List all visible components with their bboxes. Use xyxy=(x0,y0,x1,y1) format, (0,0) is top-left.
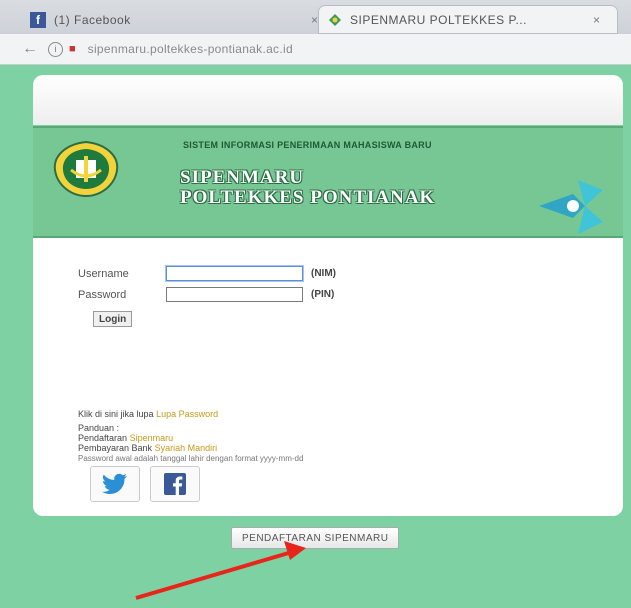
tab-sipenmaru[interactable]: SIPENMARU POLTEKKES P... × xyxy=(318,5,618,34)
banner-subtitle: SISTEM INFORMASI PENERIMAAN MAHASISWA BA… xyxy=(183,140,432,150)
username-input[interactable] xyxy=(166,266,303,281)
url-field[interactable]: sipenmaru.poltekkes-pontianak.ac.id xyxy=(88,42,293,56)
twitter-button[interactable] xyxy=(90,466,140,502)
login-panel: Username (NIM) Password (PIN) Login Klik… xyxy=(33,238,623,549)
browser-tab-bar: f (1) Facebook × SIPENMARU POLTEKKES P..… xyxy=(0,0,631,34)
kemenkes-emblem-icon xyxy=(53,140,119,198)
extension-icon[interactable]: ■ xyxy=(69,43,76,55)
forgot-password-line: Klik di sini jika lupa Lupa Password xyxy=(78,409,218,419)
facebook-button[interactable] xyxy=(150,466,200,502)
close-icon[interactable]: × xyxy=(311,13,318,27)
username-label: Username xyxy=(78,267,129,280)
facebook-icon: f xyxy=(30,11,46,28)
tab-title: SIPENMARU POLTEKKES P... xyxy=(350,12,527,27)
register-sipenmaru-button[interactable]: PENDAFTARAN SIPENMARU xyxy=(231,527,400,549)
forgot-password-text: Klik di sini jika lupa xyxy=(78,409,154,419)
password-row: Password (PIN) xyxy=(78,287,334,302)
close-icon[interactable]: × xyxy=(593,13,600,27)
guide-payment-text: Pembayaran Bank xyxy=(78,443,153,453)
address-bar: ← i ■ sipenmaru.poltekkes-pontianak.ac.i… xyxy=(0,34,631,65)
site-icon xyxy=(329,13,341,26)
guide-registration-link[interactable]: Sipenmaru xyxy=(130,433,174,443)
forgot-password-link[interactable]: Lupa Password xyxy=(156,409,218,419)
back-arrow-icon[interactable]: ← xyxy=(22,40,38,58)
banner-title: SIPENMARU xyxy=(180,167,305,188)
site-banner: SISTEM INFORMASI PENERIMAAN MAHASISWA BA… xyxy=(33,126,623,238)
password-format-note: Password awal adalah tanggal lahir denga… xyxy=(78,454,304,463)
page-header-strip xyxy=(33,75,623,125)
banner-title-line2: POLTEKKES PONTIANAK xyxy=(180,187,436,208)
info-icon[interactable]: i xyxy=(48,41,63,57)
username-row: Username (NIM) xyxy=(78,266,336,281)
guide-registration-text: Pendaftaran xyxy=(78,433,128,443)
guide-registration-line: Pendaftaran Sipenmaru xyxy=(78,433,173,443)
username-hint: (NIM) xyxy=(311,268,336,279)
guide-payment-line: Pembayaran Bank Syariah Mandiri xyxy=(78,443,217,453)
kemenkes-logo-mark-icon xyxy=(539,180,603,234)
twitter-icon xyxy=(102,473,127,495)
password-hint: (PIN) xyxy=(311,289,335,300)
login-button[interactable]: Login xyxy=(93,311,133,327)
tab-facebook[interactable]: f (1) Facebook × xyxy=(30,5,330,34)
guide-label: Panduan : xyxy=(78,423,120,433)
tab-title: (1) Facebook xyxy=(54,12,131,27)
facebook-icon xyxy=(164,473,186,495)
password-input[interactable] xyxy=(166,287,303,302)
guide-payment-link[interactable]: Syariah Mandiri xyxy=(155,443,218,453)
password-label: Password xyxy=(78,288,127,301)
